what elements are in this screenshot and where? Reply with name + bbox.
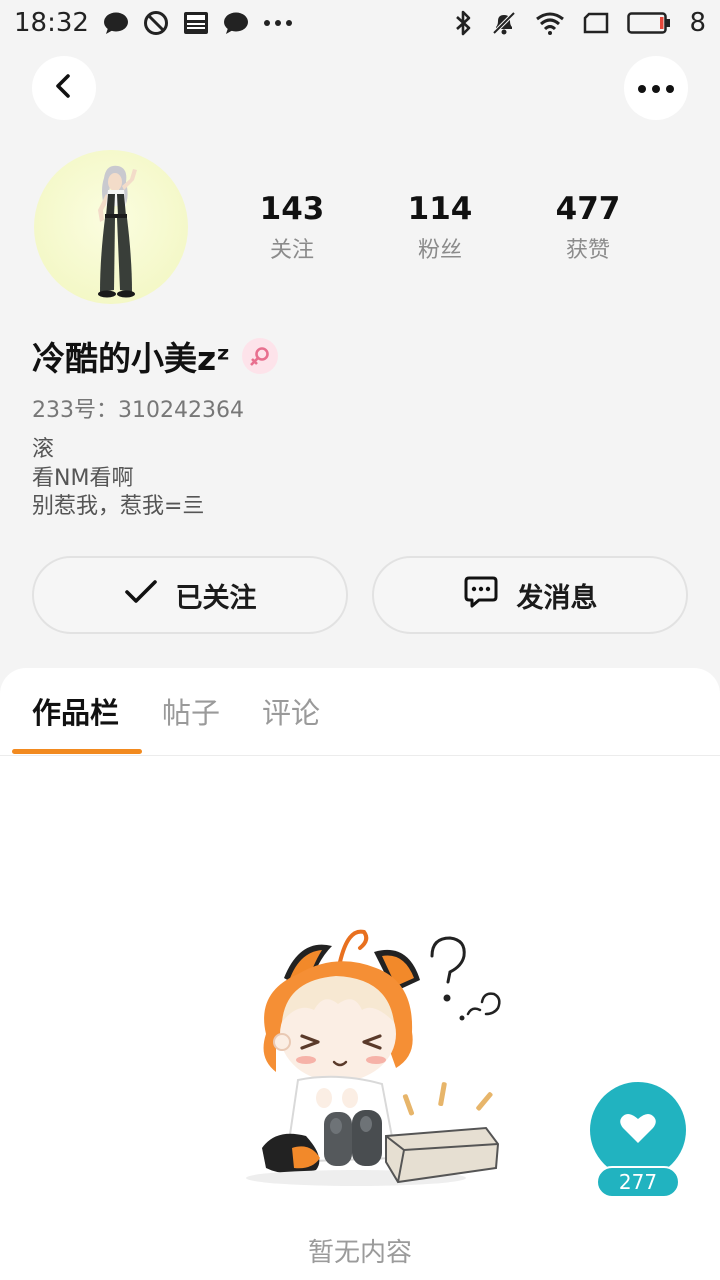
stat-likes[interactable]: 477 获赞 bbox=[514, 190, 662, 264]
avatar-character-image bbox=[98, 165, 137, 298]
heart-icon bbox=[619, 1111, 657, 1149]
chevron-left-icon bbox=[51, 73, 77, 103]
stat-value: 477 bbox=[555, 191, 621, 227]
tab-comments[interactable]: 评论 bbox=[262, 690, 320, 732]
profile-tabs: 作品栏 帖子 评论 bbox=[0, 668, 720, 756]
wifi-icon bbox=[535, 11, 565, 35]
followed-button[interactable]: 已关注 bbox=[32, 556, 348, 634]
stat-following[interactable]: 143 关注 bbox=[218, 190, 366, 264]
stat-label: 关注 bbox=[269, 238, 314, 263]
news-icon bbox=[183, 11, 209, 35]
profile-bio: 滚 看NM看啊 别惹我，惹我=亖 bbox=[32, 436, 204, 522]
status-time: 18:32 bbox=[14, 8, 89, 38]
checkmark-icon bbox=[124, 579, 158, 612]
mute-icon bbox=[491, 10, 517, 36]
stat-value: 143 bbox=[259, 191, 325, 227]
active-tab-indicator bbox=[12, 749, 142, 754]
sim-icon bbox=[583, 12, 609, 34]
stat-followers[interactable]: 114 粉丝 bbox=[366, 190, 514, 264]
avatar[interactable] bbox=[34, 150, 188, 304]
more-dots-icon bbox=[637, 79, 675, 98]
name-row: 冷酷的小美zᶻ bbox=[32, 332, 278, 380]
more-options-button[interactable] bbox=[624, 56, 688, 120]
message-bubble-icon bbox=[463, 575, 499, 616]
send-message-button[interactable]: 发消息 bbox=[372, 556, 688, 634]
like-count: 277 bbox=[596, 1166, 680, 1198]
profile-name: 冷酷的小美zᶻ bbox=[32, 339, 230, 378]
status-bar: 18:32 8 bbox=[0, 0, 720, 46]
followed-label: 已关注 bbox=[175, 582, 257, 614]
stat-label: 粉丝 bbox=[417, 238, 462, 263]
bluetooth-icon bbox=[453, 10, 473, 36]
empty-state-illustration bbox=[236, 922, 512, 1190]
battery-icon bbox=[627, 12, 671, 34]
profile-screen: 18:32 8 143 关注 114 粉丝 477 获赞 冷酷的小美zᶻ 233… bbox=[0, 0, 720, 1280]
like-button[interactable] bbox=[590, 1082, 686, 1178]
female-icon bbox=[241, 338, 278, 374]
stat-label: 获赞 bbox=[565, 238, 610, 263]
send-message-label: 发消息 bbox=[516, 582, 598, 614]
bio-line: 滚 bbox=[32, 437, 55, 462]
chat-bubble-icon bbox=[103, 11, 129, 35]
profile-stats: 143 关注 114 粉丝 477 获赞 bbox=[218, 190, 662, 264]
tab-posts[interactable]: 帖子 bbox=[162, 690, 220, 732]
bio-line: 别惹我，惹我=亖 bbox=[32, 494, 205, 519]
stat-value: 114 bbox=[407, 191, 473, 227]
block-icon bbox=[143, 10, 169, 36]
battery-level: 8 bbox=[689, 8, 706, 38]
tab-works[interactable]: 作品栏 bbox=[32, 690, 119, 732]
bio-line: 看NM看啊 bbox=[32, 465, 134, 491]
user-id: 233号：310242364 bbox=[32, 398, 244, 423]
back-button[interactable] bbox=[32, 56, 96, 120]
more-dots-icon bbox=[263, 19, 293, 27]
empty-state-text: 暂无内容 bbox=[307, 1238, 412, 1268]
chat-bubble-icon bbox=[223, 11, 249, 35]
